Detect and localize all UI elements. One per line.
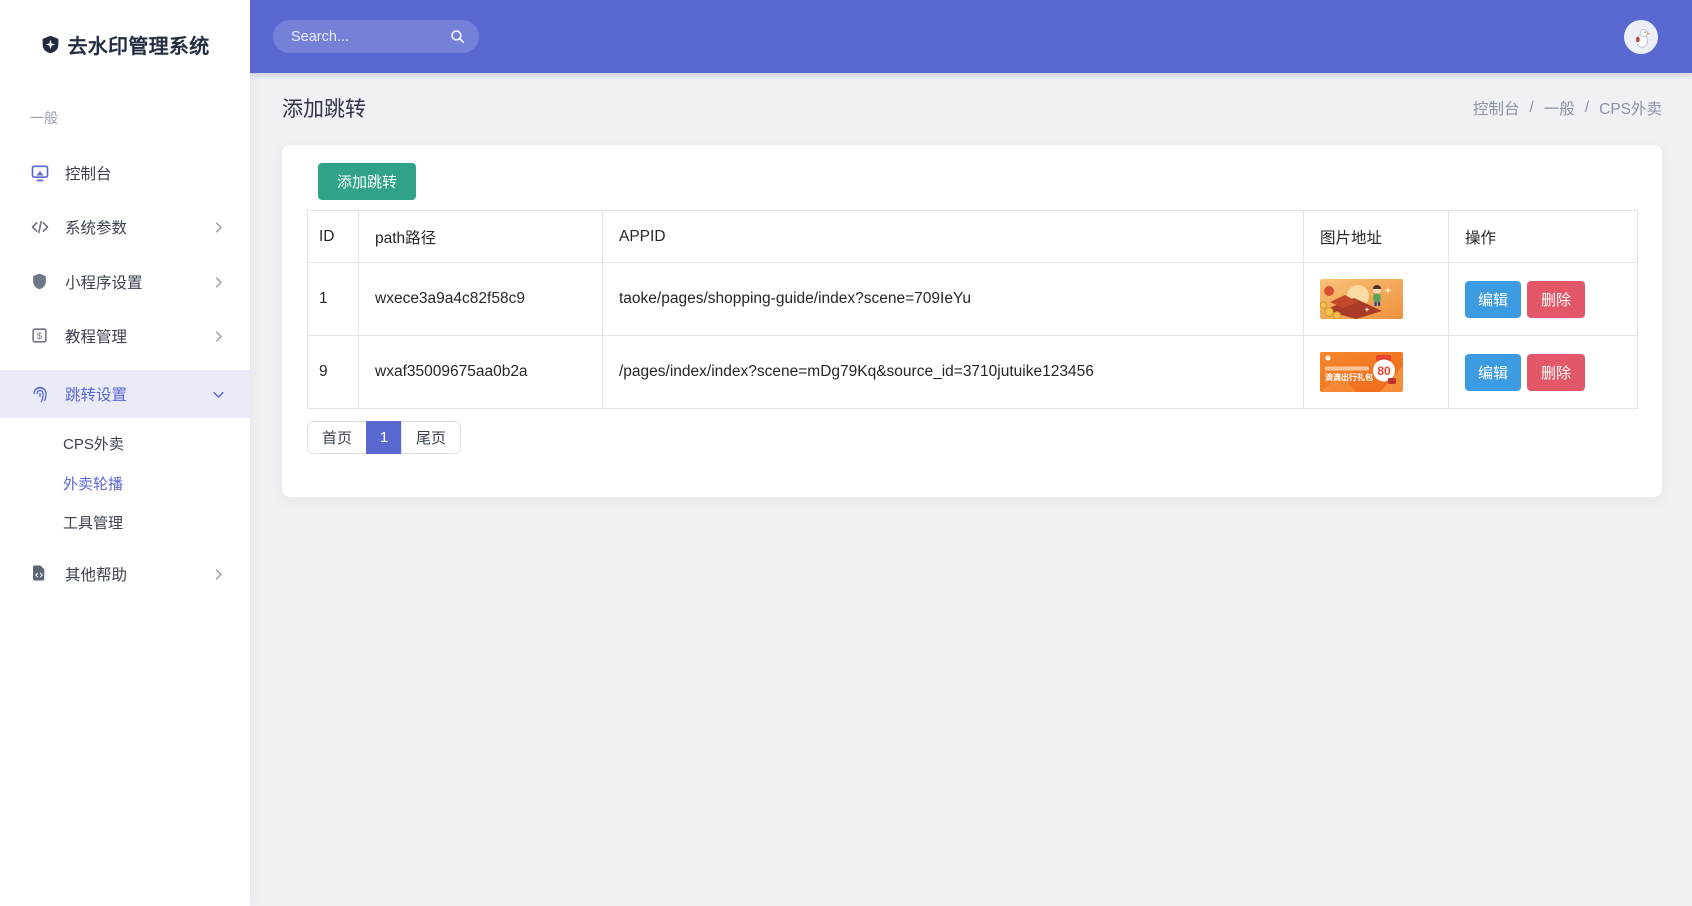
promo-banner-thumbnail xyxy=(1320,279,1403,319)
cell-appid: taoke/pages/shopping-guide/index?scene=7… xyxy=(602,262,1304,336)
chevron-right-icon xyxy=(211,220,226,235)
sidebar-item-label: 教程管理 xyxy=(65,329,128,346)
sidebar-item-system-params[interactable]: 系统参数 xyxy=(0,201,250,253)
jump-table: ID path路径 APPID 图片地址 操作 1 wxece3a9a4c82f… xyxy=(307,210,1638,409)
search-bar xyxy=(273,20,479,53)
sidebar-item-miniprogram-settings[interactable]: 小程序设置 xyxy=(0,256,250,308)
pagination-last-button[interactable]: 尾页 xyxy=(401,421,462,454)
chevron-right-icon xyxy=(211,567,226,582)
column-header-id: ID xyxy=(307,210,359,263)
table-row: 9 wxaf35009675aa0b2a /pages/index/index?… xyxy=(307,335,1638,409)
edit-button[interactable]: 编辑 xyxy=(1465,280,1521,318)
shield-star-logo-icon xyxy=(40,34,61,55)
breadcrumb-item-general[interactable]: 一般 xyxy=(1544,97,1575,119)
cell-id: 1 xyxy=(307,262,359,336)
pagination: 首页 1 尾页 xyxy=(307,421,462,454)
sidebar-subitem-label: 工具管理 xyxy=(63,514,124,532)
file-code-icon xyxy=(30,564,50,584)
delete-button[interactable]: 删除 xyxy=(1527,280,1585,318)
delete-button[interactable]: 删除 xyxy=(1527,353,1585,391)
jump-list-card: 添加跳转 ID path路径 APPID 图片地址 操作 1 wxece3a9a… xyxy=(282,145,1662,497)
sidebar-section-label: 一般 xyxy=(30,110,58,126)
sidebar-item-tutorial-management[interactable]: $ 教程管理 xyxy=(0,310,250,362)
pagination-first-button[interactable]: 首页 xyxy=(307,421,368,454)
cell-path: wxece3a9a4c82f58c9 xyxy=(358,262,603,336)
sidebar-item-label: 跳转设置 xyxy=(65,387,128,404)
fingerprint-icon xyxy=(30,384,50,404)
top-navbar xyxy=(250,0,1692,73)
sidebar-item-console[interactable]: 控制台 xyxy=(0,147,250,199)
sidebar-subitem-takeout-carousel[interactable]: 外卖轮播 xyxy=(63,463,123,503)
sidebar-item-label: 小程序设置 xyxy=(65,275,143,292)
breadcrumb-separator: / xyxy=(1584,99,1590,116)
banner-badge: 80 xyxy=(1377,364,1391,378)
sidebar-subitem-cps-takeout[interactable]: CPS外卖 xyxy=(63,423,124,463)
page-title: 添加跳转 xyxy=(282,98,366,121)
chevron-down-icon xyxy=(211,387,226,402)
breadcrumb-separator: / xyxy=(1529,99,1534,116)
column-header-actions: 操作 xyxy=(1448,210,1638,263)
dollar-square-icon: $ xyxy=(30,326,50,346)
sidebar-subitem-tool-management[interactable]: 工具管理 xyxy=(63,502,123,542)
cell-actions: 编辑 删除 xyxy=(1448,262,1638,336)
column-header-path: path路径 xyxy=(358,210,603,263)
didi-banner-thumbnail: 滴滴出行礼包 80 xyxy=(1320,352,1403,392)
sidebar-item-label: 控制台 xyxy=(65,166,112,183)
sidebar-item-jump-settings[interactable]: 跳转设置 xyxy=(0,370,250,418)
cell-id: 9 xyxy=(307,335,359,409)
user-avatar[interactable] xyxy=(1624,20,1658,54)
page-header: 添加跳转 控制台 / 一般 / CPS外卖 xyxy=(282,93,1662,123)
sidebar-subitem-label: CPS外卖 xyxy=(63,435,124,453)
shield-icon xyxy=(30,272,50,292)
app-title: 去水印管理系统 xyxy=(67,36,210,58)
code-icon xyxy=(30,217,50,237)
main-content: 添加跳转 控制台 / 一般 / CPS外卖 添加跳转 ID path路径 APP… xyxy=(250,73,1692,906)
app-logo[interactable]: 去水印管理系统 xyxy=(0,30,250,59)
svg-text:$: $ xyxy=(37,331,43,342)
column-header-appid: APPID xyxy=(602,210,1304,263)
table-header-row: ID path路径 APPID 图片地址 操作 xyxy=(307,210,1638,263)
breadcrumb-item-cps-takeout[interactable]: CPS外卖 xyxy=(1599,97,1662,119)
breadcrumb: 控制台 / 一般 / CPS外卖 xyxy=(1473,97,1662,119)
breadcrumb-item-console[interactable]: 控制台 xyxy=(1473,97,1520,119)
search-icon[interactable] xyxy=(449,28,466,45)
add-jump-button[interactable]: 添加跳转 xyxy=(318,163,417,200)
sidebar-item-label: 系统参数 xyxy=(65,220,128,237)
table-row: 1 wxece3a9a4c82f58c9 taoke/pages/shoppin… xyxy=(307,262,1638,336)
column-header-image: 图片地址 xyxy=(1303,210,1449,263)
pagination-page-1[interactable]: 1 xyxy=(366,421,403,454)
cell-appid: /pages/index/index?scene=mDg79Kq&source_… xyxy=(602,335,1304,409)
cell-image: 滴滴出行礼包 80 xyxy=(1303,335,1449,409)
banner-text: 滴滴出行礼包 xyxy=(1325,372,1373,382)
chevron-right-icon xyxy=(211,329,226,344)
edit-button[interactable]: 编辑 xyxy=(1465,353,1521,391)
search-input[interactable] xyxy=(291,28,449,45)
sidebar-item-label: 其他帮助 xyxy=(65,567,128,584)
sidebar-subitem-label: 外卖轮播 xyxy=(63,475,124,493)
cell-image xyxy=(1303,262,1449,336)
sidebar-item-other-help[interactable]: 其他帮助 xyxy=(0,548,250,600)
monitor-icon xyxy=(30,163,50,183)
sidebar: 去水印管理系统 一般 控制台 系统参数 小程序设置 $ 教程管理 跳转设置 CP… xyxy=(0,0,250,906)
chevron-right-icon xyxy=(211,275,226,290)
cell-path: wxaf35009675aa0b2a xyxy=(358,335,603,409)
cell-actions: 编辑 删除 xyxy=(1448,335,1638,409)
